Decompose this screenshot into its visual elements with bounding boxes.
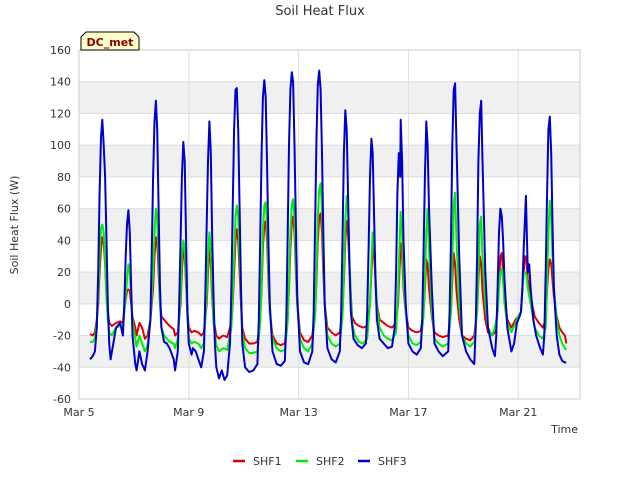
x-tick-label: Mar 17 (389, 406, 427, 419)
y-tick-label: -60 (53, 393, 71, 406)
badge-label: DC_met (87, 36, 134, 49)
y-tick-label: 40 (57, 234, 71, 247)
x-tick-label: Mar 5 (63, 406, 94, 419)
x-tick-label: Mar 9 (173, 406, 204, 419)
soil-heat-flux-chart: Soil Heat Flux -60 -40 -20 0 20 40 60 80 100 120 1… (8, 4, 581, 468)
dc-met-badge: DC_met (80, 31, 140, 51)
y-tick-label: 20 (57, 266, 71, 279)
x-axis-label: Time (550, 423, 578, 436)
y-tick-label: 0 (64, 298, 71, 311)
x-tick-label: Mar 13 (279, 406, 317, 419)
y-tick-label: -40 (53, 361, 71, 374)
grid-band (79, 81, 580, 114)
legend-label-shf3: SHF3 (378, 455, 407, 468)
y-tick-label: -20 (53, 330, 71, 343)
chart-title: Soil Heat Flux (275, 4, 365, 19)
legend-label-shf2: SHF2 (316, 455, 345, 468)
y-tick-label: 80 (57, 171, 71, 184)
x-tick-label: Mar 21 (499, 406, 537, 419)
y-tick-label: 100 (50, 139, 71, 152)
legend: SHF1 SHF2 SHF3 (233, 455, 407, 468)
y-tick-label: 60 (57, 203, 71, 216)
legend-label-shf1: SHF1 (253, 455, 282, 468)
y-tick-label: 160 (50, 44, 71, 57)
y-axis-label: Soil Heat Flux (W) (8, 176, 21, 275)
y-tick-label: 120 (50, 107, 71, 120)
y-tick-label: 140 (50, 76, 71, 89)
